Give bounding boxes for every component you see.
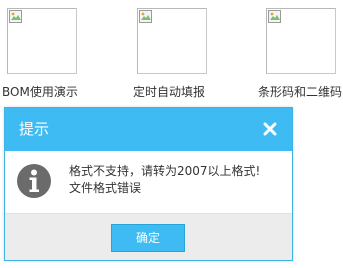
alert-dialog: 提示 格式不支持，请转为2007以上格式! 文件格式错误 确定 [4, 107, 293, 261]
broken-image-icon [9, 10, 22, 23]
info-icon [17, 164, 51, 198]
broken-image-icon [139, 10, 152, 23]
thumbnail-image[interactable] [7, 8, 77, 74]
thumbnail-image[interactable] [137, 8, 207, 74]
thumbnail-image[interactable] [266, 8, 336, 74]
gallery-item-label[interactable]: 定时自动填报 [133, 84, 205, 100]
dialog-header[interactable]: 提示 [5, 108, 292, 151]
error-detail: 文件格式错误 [69, 181, 142, 195]
broken-image-icon [268, 10, 281, 23]
dialog-footer: 确定 [5, 213, 292, 260]
dialog-body: 格式不支持，请转为2007以上格式! 文件格式错误 [5, 151, 292, 213]
ok-button[interactable]: 确定 [111, 224, 185, 252]
close-icon[interactable] [262, 121, 278, 137]
dialog-title: 提示 [19, 120, 50, 138]
error-message: 格式不支持，请转为2007以上格式! [69, 164, 261, 178]
gallery-item-label[interactable]: 条形码和二维码 [258, 84, 342, 100]
gallery-item-label[interactable]: BOM使用演示 [2, 84, 78, 100]
